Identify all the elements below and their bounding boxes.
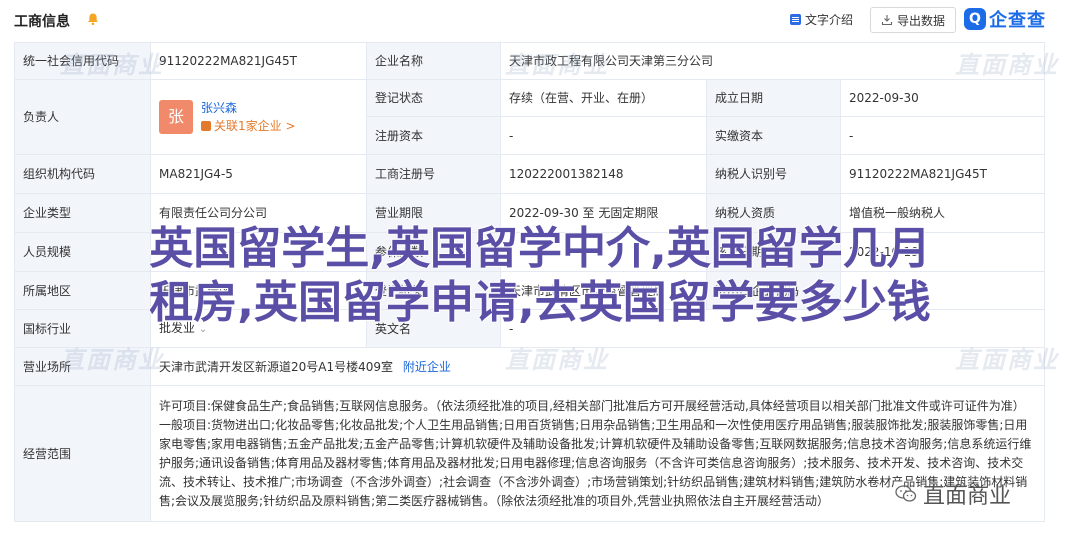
est-date-value: 2022-09-30 bbox=[840, 79, 1045, 117]
chevron-down-icon: ⌄ bbox=[198, 323, 208, 335]
company-name-value: 天津市政工程有限公司天津第三分公司 bbox=[500, 42, 1045, 80]
legal-rep-label: 负责人 bbox=[14, 79, 151, 155]
staff-size-label: 人员规模 bbox=[14, 232, 151, 272]
taxpayer-id-value: 91120222MA821JG45T bbox=[840, 154, 1045, 194]
credit-code-value: 91120222MA821JG45T bbox=[150, 42, 367, 80]
english-name-value: - bbox=[500, 309, 1045, 348]
wechat-account-name: 直面商业 bbox=[923, 484, 1012, 509]
nearby-companies-link[interactable]: 附近企业 bbox=[403, 360, 451, 374]
logo-mark-icon: Q bbox=[964, 8, 986, 30]
address-cell: 天津市武清开发区新源道20号A1号楼409室 附近企业 bbox=[150, 347, 1045, 386]
bell-icon[interactable] bbox=[86, 12, 100, 26]
staff-size-value bbox=[150, 232, 367, 272]
reg-authority-label: 登记机关 bbox=[366, 271, 501, 310]
import-export-label: 进出口企业代码 bbox=[706, 271, 841, 310]
wechat-icon bbox=[895, 485, 917, 502]
org-code-label: 组织机构代码 bbox=[14, 154, 151, 194]
company-name-label: 企业名称 bbox=[366, 42, 501, 80]
reg-status-value: 存续（在营、开业、在册） bbox=[500, 79, 707, 117]
insured-value bbox=[500, 232, 707, 272]
credit-code-label: 统一社会信用代码 bbox=[14, 42, 151, 80]
qichacha-logo: Q 企查查 bbox=[964, 6, 1046, 32]
address-label: 营业场所 bbox=[14, 347, 151, 386]
table-row: 国标行业 批发业 ⌄ 英文名 - bbox=[14, 309, 1045, 348]
text-intro-label: 文字介绍 bbox=[805, 13, 854, 27]
text-intro-button[interactable]: 文字介绍 bbox=[790, 11, 853, 28]
company-type-value: 有限责任公司分公司 bbox=[150, 193, 367, 233]
table-row: 统一社会信用代码 91120222MA821JG45T 企业名称 天津市政工程有… bbox=[14, 42, 1045, 80]
panel-title: 工商信息 bbox=[14, 14, 70, 30]
english-name-label: 英文名 bbox=[366, 309, 501, 348]
scope-label: 经营范围 bbox=[14, 385, 151, 522]
related-tag-icon bbox=[201, 121, 211, 131]
reg-status-label: 登记状态 bbox=[366, 79, 501, 117]
document-icon bbox=[790, 14, 801, 25]
wechat-watermark: 直面商业 bbox=[895, 478, 1011, 510]
industry-text: 批发业 bbox=[159, 320, 196, 335]
taxpayer-id-label: 纳税人识别号 bbox=[706, 154, 841, 194]
company-type-label: 企业类型 bbox=[14, 193, 151, 233]
related-companies-label: 关联1家企业 > bbox=[214, 119, 296, 133]
table-row: 所属地区 天津市武清区 登记机关 天津市武清区市场监督管理局 进出口企业代码 bbox=[14, 271, 1045, 310]
table-row: 营业场所 天津市武清开发区新源道20号A1号楼409室 附近企业 bbox=[14, 347, 1045, 386]
legal-rep-cell: 张 张兴森 关联1家企业 > bbox=[150, 79, 367, 155]
reg-capital-label: 注册资本 bbox=[366, 116, 501, 155]
industry-value[interactable]: 批发业 ⌄ bbox=[150, 309, 367, 348]
biz-reg-no-label: 工商注册号 bbox=[366, 154, 501, 194]
business-info-table: 统一社会信用代码 91120222MA821JG45T 企业名称 天津市政工程有… bbox=[14, 42, 1045, 522]
logo-text: 企查查 bbox=[989, 10, 1046, 31]
table-row: 组织机构代码 MA821JG4-5 工商注册号 120222001382148 … bbox=[14, 154, 1045, 194]
est-date-label: 成立日期 bbox=[706, 79, 841, 117]
avatar[interactable]: 张 bbox=[159, 100, 193, 134]
approval-date-label: 核准日期 bbox=[706, 232, 841, 272]
org-code-value: MA821JG4-5 bbox=[150, 154, 367, 194]
paid-capital-value: - bbox=[840, 116, 1045, 155]
panel-header: 工商信息 文字介绍 导出数据 Q 企查查 bbox=[0, 0, 1080, 40]
biz-term-label: 营业期限 bbox=[366, 193, 501, 233]
insured-label: 参保人数 bbox=[366, 232, 501, 272]
table-row: 人员规模 参保人数 核准日期 2022-10-19 bbox=[14, 232, 1045, 272]
export-icon bbox=[881, 15, 893, 26]
approval-date-value: 2022-10-19 bbox=[840, 232, 1045, 272]
import-export-value bbox=[840, 271, 1045, 310]
reg-authority-value: 天津市武清区市场监督管理局 bbox=[500, 271, 707, 310]
export-data-button[interactable]: 导出数据 bbox=[870, 7, 956, 33]
address-value: 天津市武清开发区新源道20号A1号楼409室 bbox=[159, 359, 394, 374]
related-companies-link[interactable]: 关联1家企业 > bbox=[201, 117, 296, 135]
export-data-label: 导出数据 bbox=[896, 13, 945, 28]
reg-capital-value: - bbox=[500, 116, 707, 155]
region-label: 所属地区 bbox=[14, 271, 151, 310]
table-row: 负责人 张 张兴森 关联1家企业 > 登记状态 存续（在营、开业、在册） 成立日… bbox=[14, 79, 1045, 155]
taxpayer-qual-label: 纳税人资质 bbox=[706, 193, 841, 233]
paid-capital-label: 实缴资本 bbox=[706, 116, 841, 155]
taxpayer-qual-value: 增值税一般纳税人 bbox=[840, 193, 1045, 233]
region-value: 天津市武清区 bbox=[150, 271, 367, 310]
industry-label: 国标行业 bbox=[14, 309, 151, 348]
biz-reg-no-value: 120222001382148 bbox=[500, 154, 707, 194]
legal-rep-name-link[interactable]: 张兴森 bbox=[201, 99, 296, 117]
biz-term-value: 2022-09-30 至 无固定期限 bbox=[500, 193, 707, 233]
table-row: 经营范围 许可项目:保健食品生产;食品销售;互联网信息服务。（依法须经批准的项目… bbox=[14, 385, 1045, 522]
table-row: 企业类型 有限责任公司分公司 营业期限 2022-09-30 至 无固定期限 纳… bbox=[14, 193, 1045, 233]
